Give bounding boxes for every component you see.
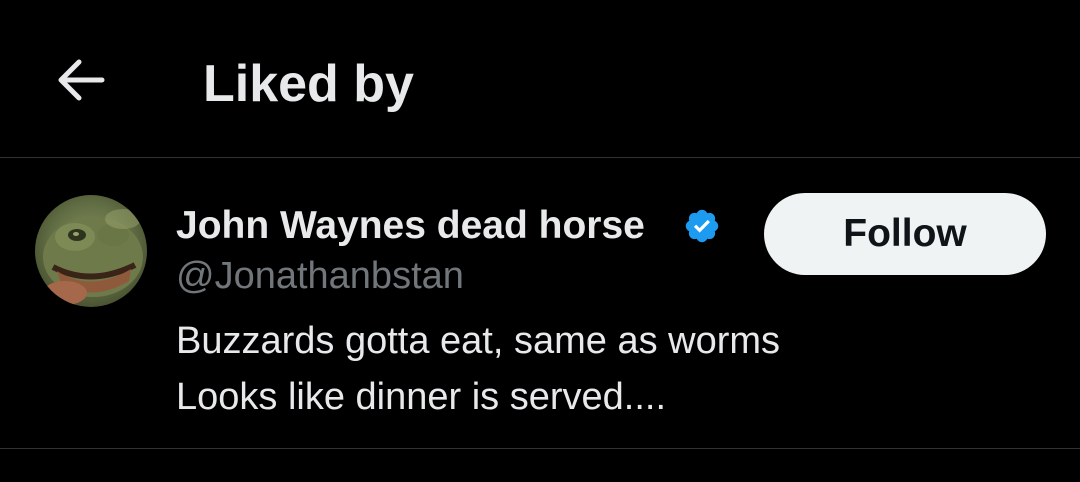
bio-line: Looks like dinner is served.... — [176, 376, 667, 418]
display-name[interactable]: John Waynes dead horse — [176, 203, 645, 249]
header: Liked by — [0, 0, 1080, 158]
arrow-left-icon — [58, 59, 105, 101]
user-handle[interactable]: @Jonathanbstan — [176, 254, 464, 298]
page-title: Liked by — [203, 55, 414, 113]
bio-line: Buzzards gotta eat, same as worms — [176, 320, 781, 362]
back-button[interactable] — [48, 50, 112, 110]
avatar-image — [35, 195, 147, 307]
avatar[interactable] — [35, 195, 147, 307]
user-bio: Buzzards gotta eat, same as worms Looks … — [176, 313, 780, 425]
verified-badge-icon — [685, 209, 719, 243]
follow-button[interactable]: Follow — [764, 193, 1046, 275]
user-cell[interactable]: John Waynes dead horse @Jonathanbstan Bu… — [0, 158, 1080, 449]
